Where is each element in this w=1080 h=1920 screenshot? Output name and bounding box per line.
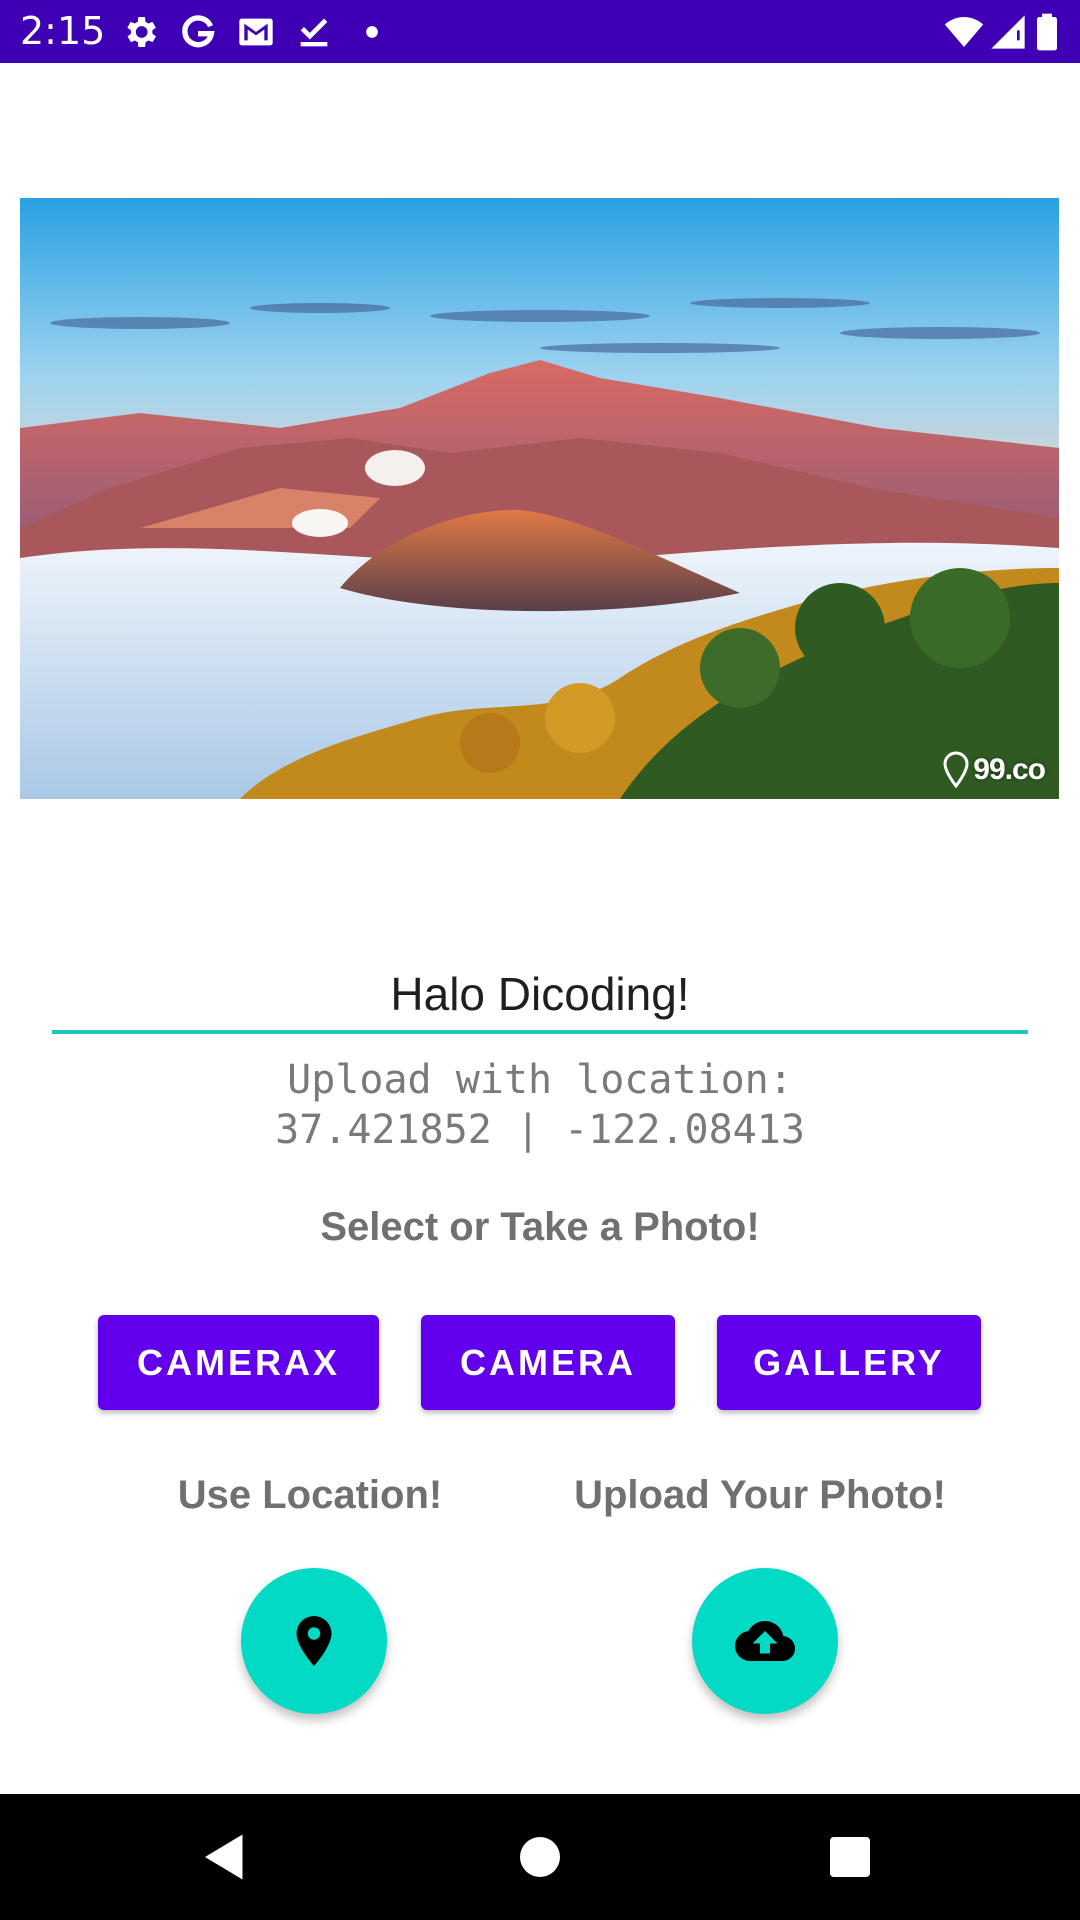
gallery-button[interactable]: GALLERY — [717, 1315, 981, 1410]
pin-logo-icon — [943, 751, 969, 789]
watermark-text: 99.co — [973, 753, 1046, 786]
description-input[interactable] — [52, 958, 1028, 1034]
location-coordinates: 37.421852 | -122.08413 — [275, 1107, 805, 1153]
recents-icon[interactable] — [820, 1827, 880, 1887]
google-icon — [178, 12, 218, 52]
location-pin-icon — [296, 1616, 332, 1666]
navigation-bar — [0, 1794, 1080, 1920]
upload-fab-button[interactable] — [692, 1568, 838, 1714]
dot-icon — [352, 12, 392, 52]
back-icon[interactable] — [195, 1827, 255, 1887]
select-photo-label: Select or Take a Photo! — [320, 1205, 760, 1249]
use-location-label: Use Location! — [177, 1473, 443, 1517]
download-done-icon — [294, 12, 334, 52]
home-icon[interactable] — [510, 1827, 570, 1887]
status-time: 2:15 — [20, 9, 106, 53]
location-label: Upload with location: — [287, 1057, 793, 1103]
gmail-icon — [236, 12, 276, 52]
description-field-wrap — [52, 958, 1028, 1034]
upload-photo-label: Upload Your Photo! — [574, 1473, 946, 1517]
cloud-upload-icon — [735, 1621, 795, 1661]
cell-signal-icon — [988, 12, 1028, 52]
photo-preview: 99.co — [20, 198, 1059, 799]
camera-button[interactable]: CAMERA — [421, 1315, 675, 1410]
battery-icon — [1030, 12, 1064, 52]
location-text: Upload with location: 37.421852 | -122.0… — [0, 1055, 1080, 1155]
camerax-button[interactable]: CAMERAX — [98, 1315, 379, 1410]
location-fab-button[interactable] — [241, 1568, 387, 1714]
wifi-icon — [944, 12, 984, 52]
gear-icon — [120, 12, 160, 52]
status-bar: 2:15 — [0, 0, 1080, 63]
